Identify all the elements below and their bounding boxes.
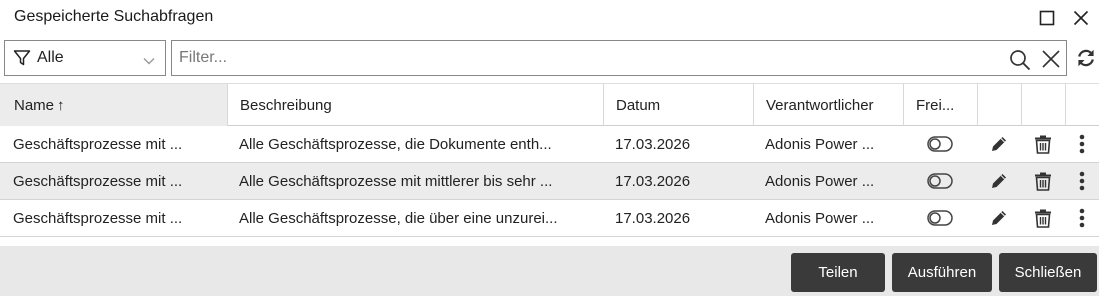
search-icon[interactable] (1009, 49, 1031, 75)
row-date: 17.03.2026 (615, 135, 691, 153)
column-header-edit (977, 84, 1021, 126)
more-vertical-icon (1079, 134, 1085, 154)
column-header-shared[interactable]: Frei... (903, 84, 977, 126)
row-description: Alle Geschäftsprozesse, die Dokumente en… (239, 135, 552, 153)
close-icon (1073, 10, 1089, 26)
table-row[interactable]: Geschäftsprozesse mit ... Alle Geschäfts… (0, 163, 1099, 200)
column-header-shared-label: Frei... (916, 96, 955, 114)
column-header-name-label: Name (14, 96, 55, 114)
row-owner-cell: Adonis Power ... (753, 200, 898, 236)
column-header-more (1065, 84, 1099, 126)
row-description: Alle Geschäftsprozesse mit mittlerer bis… (239, 172, 553, 190)
edit-button[interactable] (977, 126, 1021, 162)
share-toggle[interactable] (903, 163, 977, 199)
table-row[interactable]: Geschäftsprozesse mit ... Alle Geschäfts… (0, 200, 1099, 237)
row-owner: Adonis Power ... (765, 172, 875, 190)
more-vertical-icon (1079, 171, 1085, 191)
column-header-description[interactable]: Beschreibung (227, 84, 603, 126)
toggle-off-icon (927, 210, 953, 226)
search-field (171, 40, 1067, 76)
title-bar: Gespeicherte Suchabfragen (0, 0, 1099, 36)
share-toggle[interactable] (903, 200, 977, 236)
row-name-cell: Geschäftsprozesse mit ... (0, 126, 227, 162)
share-button[interactable]: Teilen (791, 253, 885, 292)
column-header-owner-label: Verantwortlicher (766, 96, 874, 114)
trash-icon (1035, 209, 1051, 228)
more-options-button[interactable] (1065, 126, 1099, 162)
pencil-icon (992, 137, 1006, 151)
delete-button[interactable] (1021, 200, 1065, 236)
row-description-cell: Alle Geschäftsprozesse mit mittlerer bis… (227, 163, 597, 199)
table-row[interactable]: Geschäftsprozesse mit ... Alle Geschäfts… (0, 126, 1099, 163)
column-header-date-label: Datum (616, 96, 661, 114)
trash-icon (1035, 135, 1051, 154)
funnel-icon (13, 49, 31, 67)
column-header-owner[interactable]: Verantwortlicher (753, 84, 903, 126)
chevron-down-icon (143, 53, 155, 70)
sort-ascending-icon: ↑ (57, 96, 65, 114)
column-header-name[interactable]: Name ↑ (0, 84, 227, 126)
row-date-cell: 17.03.2026 (603, 200, 753, 236)
execute-button[interactable]: Ausführen (892, 253, 992, 292)
filter-selected-value: Alle (37, 49, 64, 66)
category-filter-dropdown[interactable]: Alle (4, 40, 166, 76)
column-header-date[interactable]: Datum (603, 84, 753, 126)
row-name: Geschäftsprozesse mit ... (13, 172, 183, 190)
row-description-cell: Alle Geschäftsprozesse, die Dokumente en… (227, 126, 597, 162)
column-header-description-label: Beschreibung (240, 96, 332, 114)
dialog-footer: Teilen Ausführen Schließen (0, 246, 1099, 296)
toggle-off-icon (927, 136, 953, 152)
more-vertical-icon (1079, 208, 1085, 228)
search-input[interactable] (172, 41, 992, 75)
row-name-cell: Geschäftsprozesse mit ... (0, 200, 227, 236)
table-header: Name ↑ Beschreibung Datum Verantwortlich… (0, 84, 1099, 126)
row-owner: Adonis Power ... (765, 135, 875, 153)
row-date-cell: 17.03.2026 (603, 163, 753, 199)
delete-button[interactable] (1021, 126, 1065, 162)
row-owner-cell: Adonis Power ... (753, 126, 898, 162)
row-name: Geschäftsprozesse mit ... (13, 209, 183, 227)
row-description-cell: Alle Geschäftsprozesse, die über eine un… (227, 200, 597, 236)
share-toggle[interactable] (903, 126, 977, 162)
delete-button[interactable] (1021, 163, 1065, 199)
row-description: Alle Geschäftsprozesse, die über eine un… (239, 209, 558, 227)
pencil-icon (992, 174, 1006, 188)
column-header-delete (1021, 84, 1065, 126)
row-date: 17.03.2026 (615, 172, 691, 190)
saved-queries-table: Name ↑ Beschreibung Datum Verantwortlich… (0, 83, 1099, 246)
edit-button[interactable] (977, 200, 1021, 236)
maximize-icon (1039, 10, 1055, 26)
more-options-button[interactable] (1065, 200, 1099, 236)
row-date: 17.03.2026 (615, 209, 691, 227)
pencil-icon (992, 211, 1006, 225)
row-owner-cell: Adonis Power ... (753, 163, 898, 199)
table-row[interactable] (0, 237, 1099, 246)
refresh-icon[interactable] (1076, 48, 1096, 72)
row-name: Geschäftsprozesse mit ... (13, 135, 183, 153)
more-options-button[interactable] (1065, 163, 1099, 199)
maximize-button[interactable] (1037, 8, 1057, 28)
filter-toolbar: Alle (0, 38, 1099, 80)
edit-button[interactable] (977, 163, 1021, 199)
trash-icon (1035, 172, 1051, 191)
row-name-cell: Geschäftsprozesse mit ... (0, 163, 227, 199)
clear-search-icon[interactable] (1041, 49, 1061, 73)
close-dialog-button[interactable] (1071, 8, 1091, 28)
toggle-off-icon (927, 173, 953, 189)
row-owner: Adonis Power ... (765, 209, 875, 227)
dialog-title: Gespeicherte Suchabfragen (14, 8, 214, 25)
close-button[interactable]: Schließen (999, 253, 1097, 292)
row-date-cell: 17.03.2026 (603, 126, 753, 162)
